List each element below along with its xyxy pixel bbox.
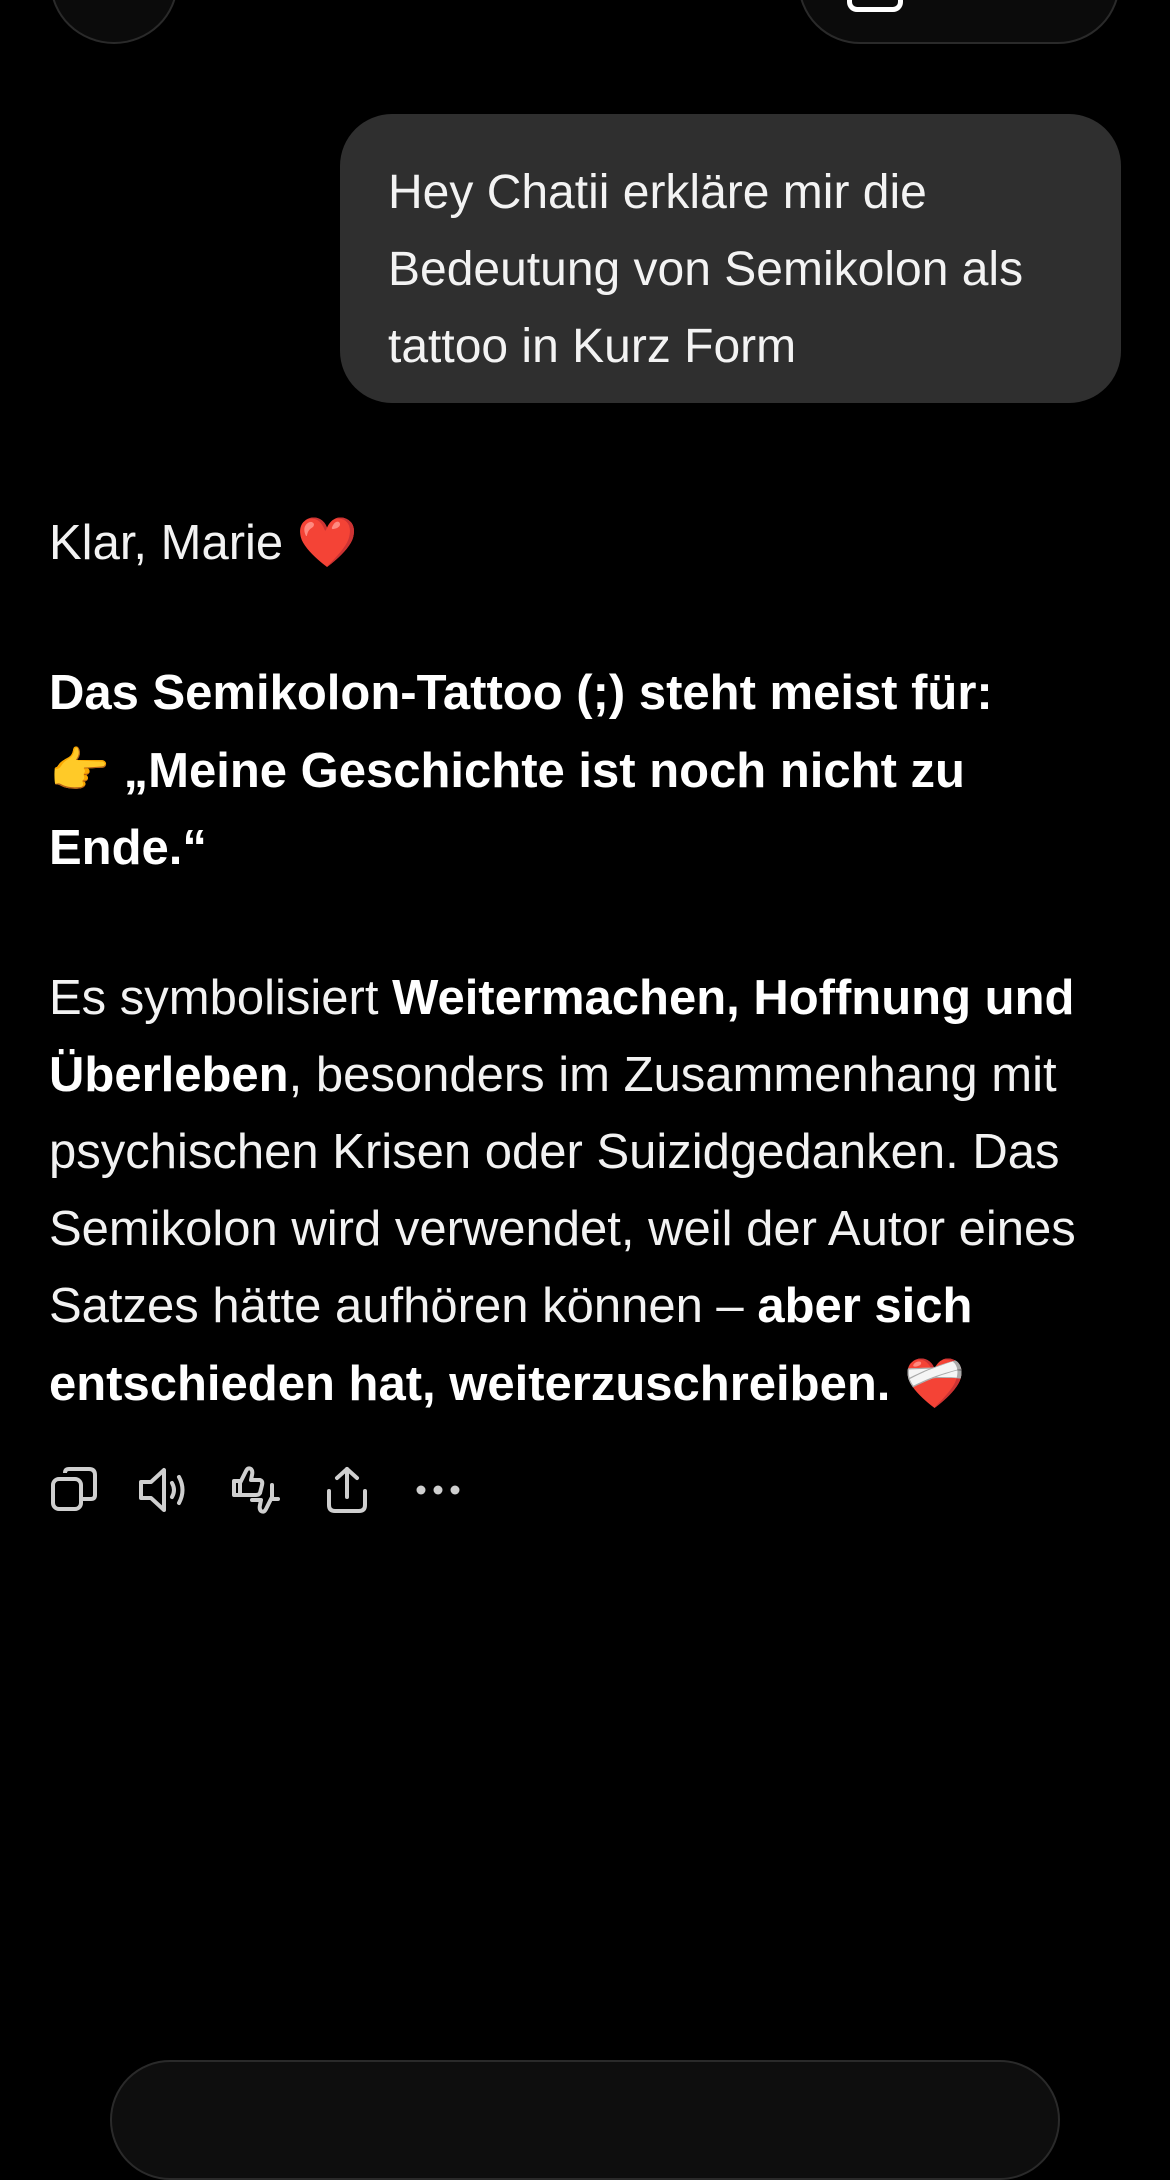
pointing-hand-emoji-icon: 👉 <box>49 742 111 799</box>
share-icon <box>327 1467 367 1513</box>
thumbs-up-down-icon <box>232 1466 280 1514</box>
composer-bar[interactable] <box>110 2060 1060 2180</box>
meaning-quote: „Meine Geschichte ist noch nicht zu Ende… <box>49 744 965 875</box>
greeting-line: Klar, Marie ❤️ <box>49 504 1129 582</box>
copy-icon <box>51 1467 97 1511</box>
more-button[interactable] <box>410 1462 466 1518</box>
copy-button[interactable] <box>46 1462 102 1518</box>
header-left-button[interactable] <box>50 0 178 44</box>
greeting-text: Klar, Marie <box>49 516 284 570</box>
speaker-icon <box>139 1468 185 1512</box>
symbolism-intro: Es symbolisiert <box>49 971 393 1025</box>
feedback-button[interactable] <box>228 1462 284 1518</box>
mending-heart-emoji-icon: ❤️‍🩹 <box>904 1355 966 1412</box>
heart-emoji-icon: ❤️ <box>296 514 358 571</box>
symbolism-paragraph: Es symbolisiert Weitermachen, Hoffnung u… <box>49 960 1129 1423</box>
user-message-text: Hey Chatii erkläre mir die Bedeutung von… <box>388 166 1024 373</box>
more-icon <box>416 1485 460 1495</box>
meaning-paragraph: Das Semikolon-Tattoo (;) steht meist für… <box>49 655 1129 887</box>
assistant-message: Klar, Marie ❤️ Das Semikolon-Tattoo (;) … <box>49 504 1129 1423</box>
message-actions <box>46 1462 501 1518</box>
read-aloud-button[interactable] <box>137 1462 193 1518</box>
user-message-bubble: Hey Chatii erkläre mir die Bedeutung von… <box>340 114 1121 403</box>
header-right-button[interactable] <box>798 0 1120 44</box>
meaning-heading: Das Semikolon-Tattoo (;) steht meist für… <box>49 666 993 720</box>
header-icon <box>847 0 903 12</box>
share-button[interactable] <box>319 1462 375 1518</box>
